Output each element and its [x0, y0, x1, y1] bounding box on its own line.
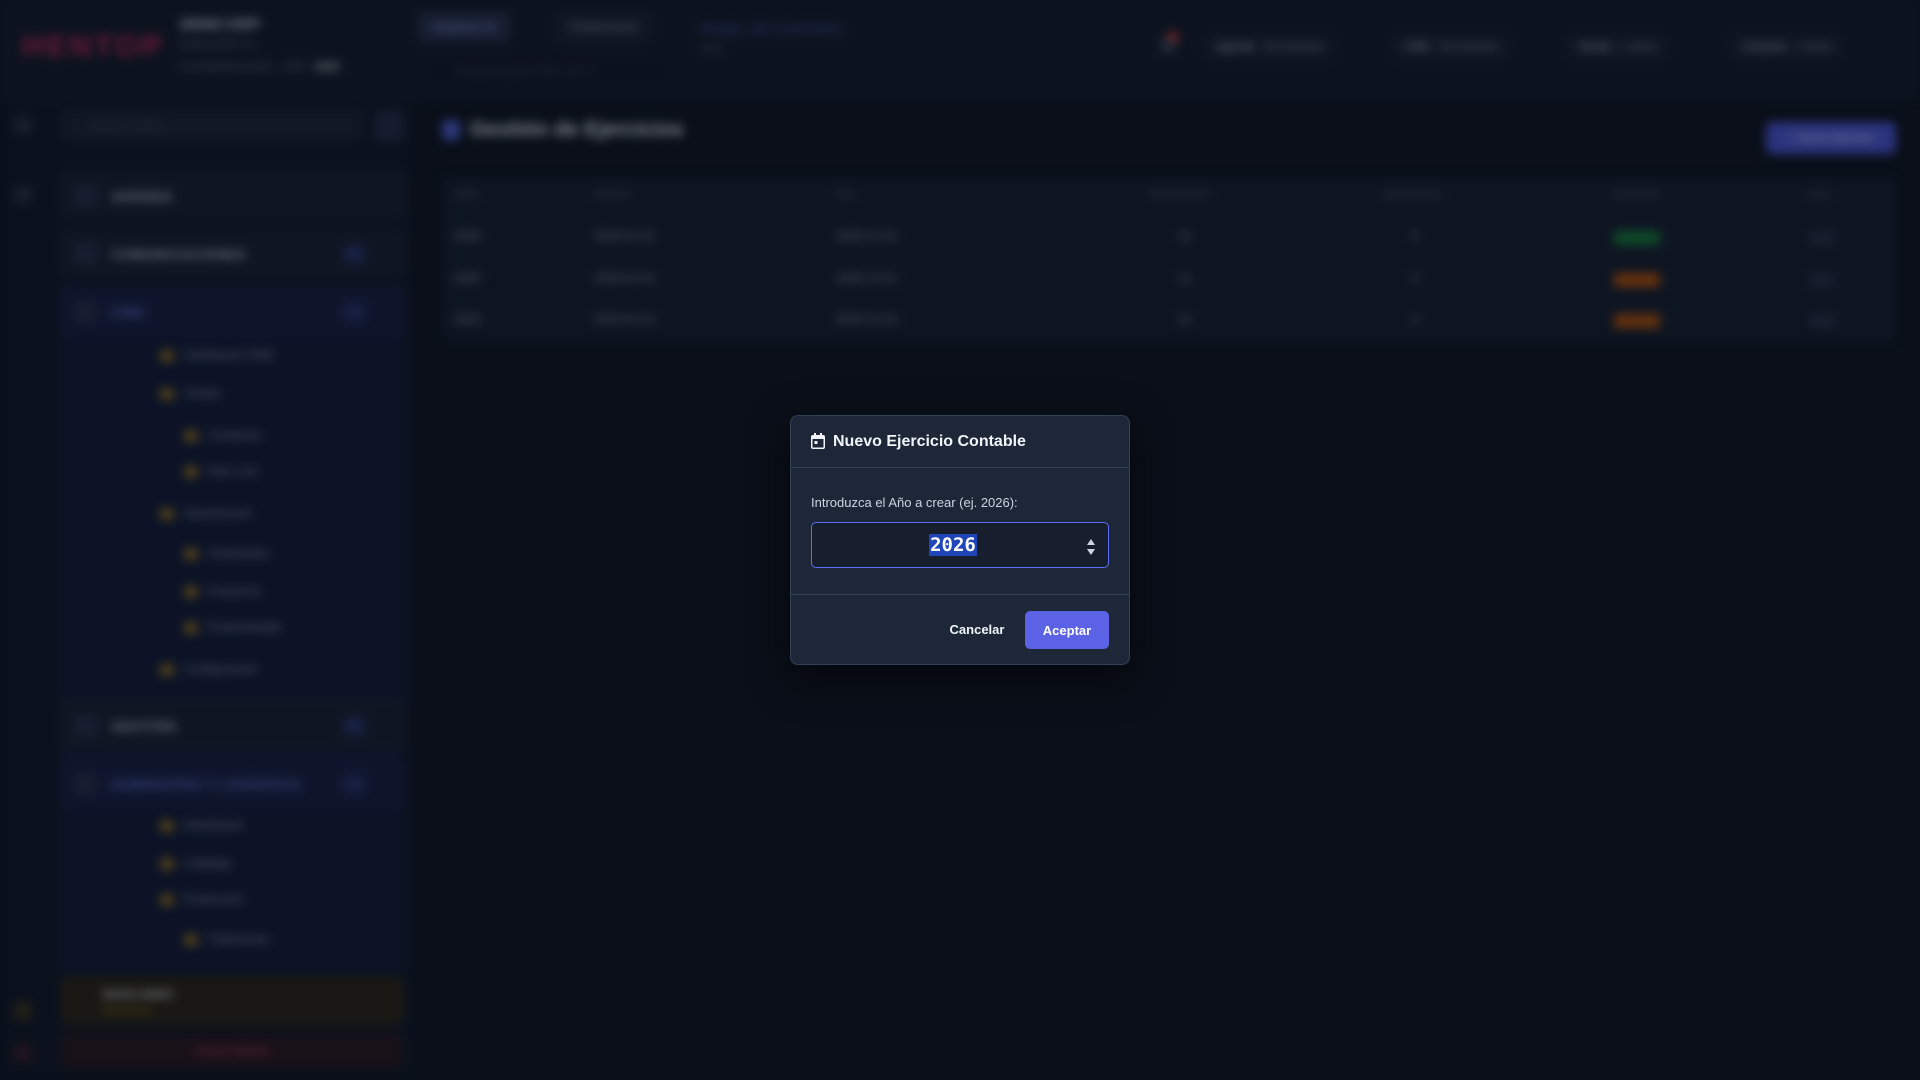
year-field-label: Introduzca el Año a crear (ej. 2026): — [811, 495, 1018, 510]
dialog-title: Nuevo Ejercicio Contable — [833, 433, 1026, 450]
dialog-header: Nuevo Ejercicio Contable — [791, 416, 1129, 468]
new-fiscal-year-dialog: Nuevo Ejercicio Contable Introduzca el A… — [790, 415, 1130, 665]
dialog-footer: Cancelar Aceptar — [791, 594, 1129, 664]
selected-year-text: 2026 — [929, 534, 977, 556]
accept-button[interactable]: Aceptar — [1025, 611, 1109, 649]
calendar-icon — [811, 433, 825, 449]
cancel-button[interactable]: Cancelar — [937, 611, 1017, 647]
year-number-input[interactable]: 2026 — [811, 522, 1109, 568]
spinner-arrows-icon[interactable] — [1086, 537, 1096, 557]
year-input-value: 2026 — [812, 534, 1094, 556]
